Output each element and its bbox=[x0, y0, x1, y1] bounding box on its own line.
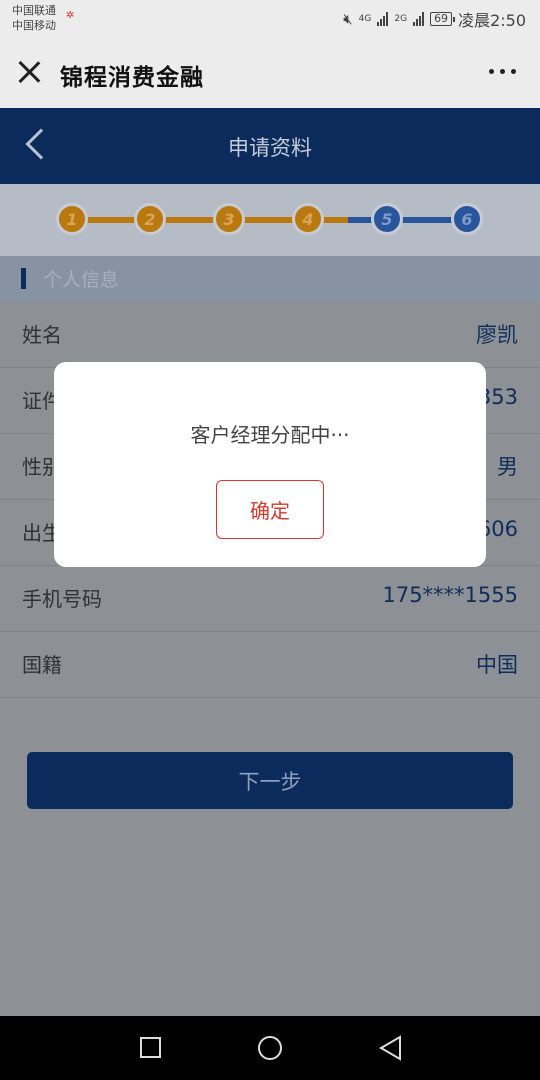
back-triangle-icon[interactable] bbox=[378, 1035, 404, 1061]
info-value: 中国 bbox=[476, 653, 518, 677]
carrier-2: 中国移动 bbox=[12, 19, 56, 32]
info-row-name: 姓名 廖凯 bbox=[0, 302, 540, 368]
more-icon[interactable] bbox=[489, 69, 516, 74]
step-2: 2 bbox=[134, 203, 166, 235]
info-value: 男 bbox=[497, 455, 518, 479]
home-icon[interactable] bbox=[258, 1036, 282, 1060]
assignment-dialog: 客户经理分配中··· 确定 bbox=[54, 362, 486, 567]
mute-icon: 🔇︎ bbox=[343, 10, 353, 28]
close-icon[interactable] bbox=[16, 58, 44, 86]
status-icons: 🔇︎ 4G 2G 69 凌晨2:50 bbox=[343, 7, 526, 31]
page-title: 申请资料 bbox=[228, 136, 312, 160]
network-2-label: 2G bbox=[394, 13, 408, 24]
carrier-logo-icon: ✲ bbox=[66, 10, 75, 21]
signal-1-icon bbox=[377, 12, 389, 26]
info-label: 手机号码 bbox=[22, 587, 102, 611]
network-1-label: 4G bbox=[358, 13, 372, 24]
step-4: 4 bbox=[292, 203, 324, 235]
section-marker bbox=[21, 268, 26, 289]
battery-icon: 69 bbox=[430, 12, 456, 26]
section-title: 个人信息 bbox=[43, 269, 120, 291]
app-title: 锦程消费金融 bbox=[60, 65, 204, 91]
section-header: 个人信息 bbox=[0, 256, 540, 302]
system-nav-bar bbox=[0, 1016, 540, 1080]
step-5: 5 bbox=[371, 203, 403, 235]
dialog-message: 客户经理分配中··· bbox=[190, 423, 350, 447]
info-value: 廖凯 bbox=[476, 323, 518, 347]
page-header: 申请资料 bbox=[0, 108, 540, 184]
next-step-button[interactable]: 下一步 bbox=[27, 752, 513, 809]
step-1: 1 bbox=[56, 203, 88, 235]
step-line-todo bbox=[348, 217, 468, 223]
info-value: 175****1555 bbox=[382, 583, 518, 607]
info-row-phone: 手机号码 175****1555 bbox=[0, 566, 540, 632]
info-label: 姓名 bbox=[22, 323, 62, 347]
info-label: 国籍 bbox=[22, 653, 62, 677]
recent-apps-icon[interactable] bbox=[140, 1037, 161, 1058]
carrier-1: 中国联通 bbox=[12, 4, 56, 17]
confirm-button[interactable]: 确定 bbox=[216, 480, 324, 539]
app-title-bar: 锦程消费金融 bbox=[0, 38, 540, 108]
step-6: 6 bbox=[451, 203, 483, 235]
step-3: 3 bbox=[213, 203, 245, 235]
clock: 凌晨2:50 bbox=[458, 11, 526, 30]
overlay-background bbox=[0, 698, 540, 1016]
signal-2-icon bbox=[413, 12, 425, 26]
carrier-names: 中国联通 中国移动 bbox=[12, 3, 56, 33]
status-bar: 中国联通 中国移动 ✲ 🔇︎ 4G 2G 69 凌晨2:50 bbox=[0, 0, 540, 38]
info-row-nationality: 国籍 中国 bbox=[0, 632, 540, 698]
progress-stepper: 1 2 3 4 5 6 bbox=[0, 184, 540, 256]
